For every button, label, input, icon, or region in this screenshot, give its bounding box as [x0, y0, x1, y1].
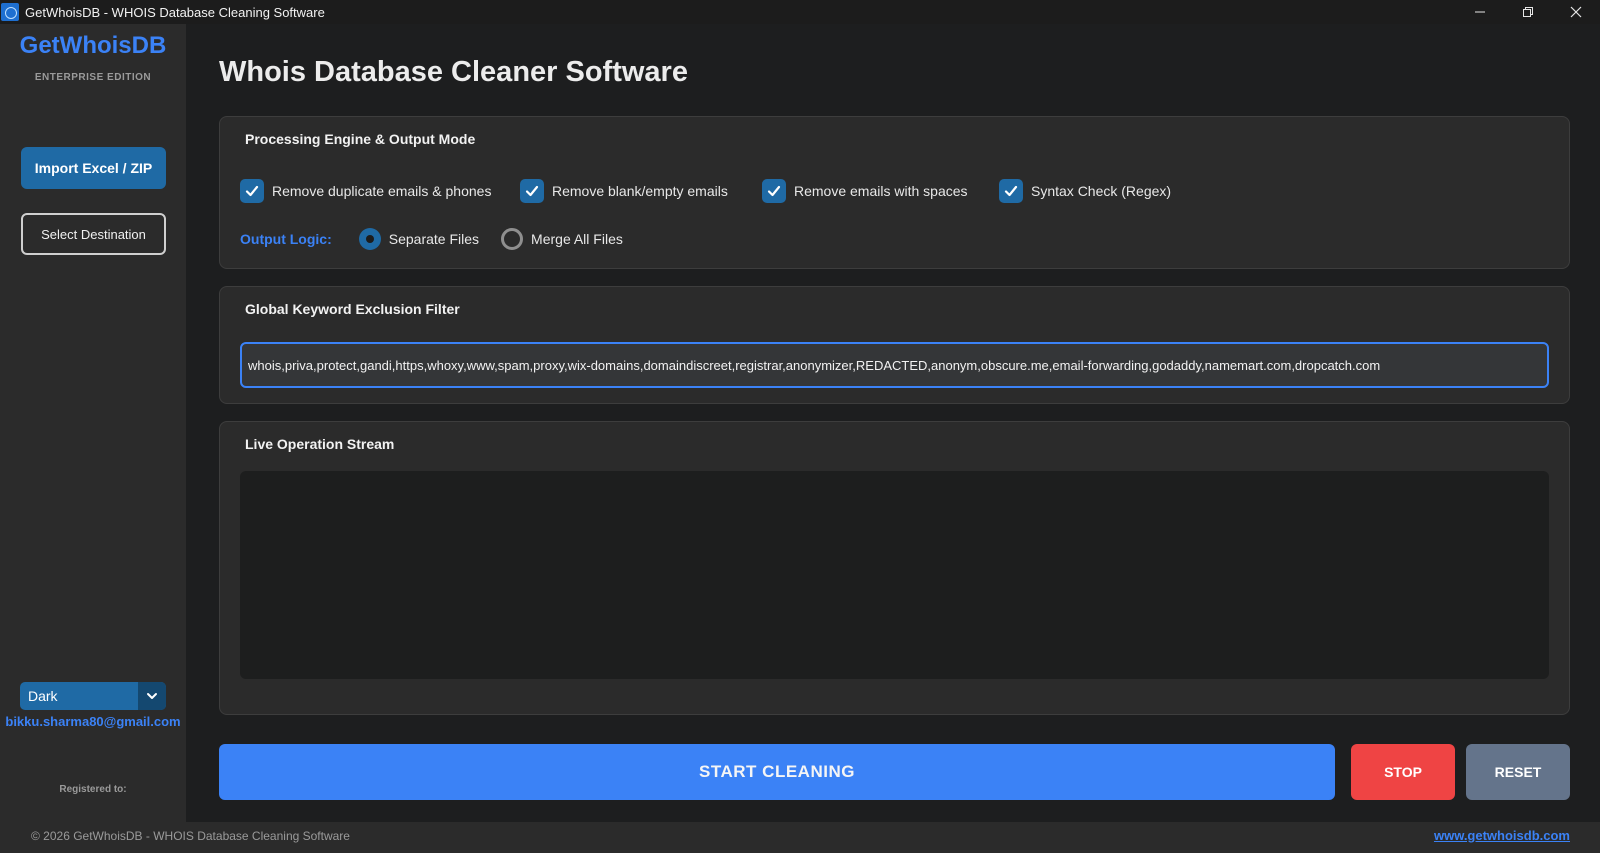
chevron-down-icon	[147, 693, 157, 699]
close-icon	[1570, 6, 1582, 18]
checkbox-box[interactable]	[999, 179, 1023, 203]
keyword-filter-panel: Global Keyword Exclusion Filter	[219, 286, 1570, 404]
radio-label: Merge All Files	[531, 231, 623, 247]
restore-icon	[1523, 7, 1533, 17]
radio-separate-files[interactable]: Separate Files	[358, 228, 480, 250]
checkbox-label: Remove blank/empty emails	[552, 183, 728, 199]
checkbox-box[interactable]	[762, 179, 786, 203]
copyright-text: © 2026 GetWhoisDB - WHOIS Database Clean…	[31, 829, 350, 843]
checkbox-label: Syntax Check (Regex)	[1031, 183, 1172, 199]
select-destination-button[interactable]: Select Destination	[21, 213, 166, 255]
radio-label: Separate Files	[388, 231, 480, 247]
minimize-icon	[1475, 11, 1485, 13]
radio-button[interactable]	[501, 228, 524, 250]
panel-title: Global Keyword Exclusion Filter	[245, 301, 460, 317]
processing-engine-panel: Processing Engine & Output Mode Remove d…	[219, 116, 1570, 269]
checkmark-icon	[767, 185, 781, 197]
restore-button[interactable]	[1504, 0, 1552, 24]
output-logic-row: Output Logic: Separate Files Merge All F…	[240, 226, 623, 252]
checkmark-icon	[525, 185, 539, 197]
app-logo-icon	[1, 3, 19, 21]
page-title: Whois Database Cleaner Software	[219, 56, 688, 88]
website-link[interactable]: www.getwhoisdb.com	[1434, 828, 1570, 843]
minimize-button[interactable]	[1456, 0, 1504, 24]
window-title: GetWhoisDB - WHOIS Database Cleaning Sof…	[25, 4, 325, 20]
checkbox-box[interactable]	[240, 179, 264, 203]
stop-button[interactable]: STOP	[1351, 744, 1455, 800]
sidebar: GetWhoisDB ENTERPRISE EDITION Import Exc…	[0, 24, 186, 822]
operation-log-area[interactable]	[240, 471, 1549, 679]
reset-button[interactable]: RESET	[1466, 744, 1570, 800]
checkbox-remove-duplicates[interactable]: Remove duplicate emails & phones	[240, 179, 491, 203]
window-controls	[1456, 0, 1600, 24]
output-logic-label: Output Logic:	[240, 231, 332, 247]
checkbox-remove-spaces[interactable]: Remove emails with spaces	[762, 179, 968, 203]
brand-title: GetWhoisDB	[19, 32, 167, 59]
radio-button[interactable]	[358, 228, 381, 250]
user-email: bikku.sharma80@gmail.com	[5, 714, 181, 729]
start-cleaning-button[interactable]: START CLEANING	[219, 744, 1335, 800]
radio-merge-all-files[interactable]: Merge All Files	[501, 228, 623, 250]
keyword-exclusion-input[interactable]	[240, 342, 1549, 388]
dropdown-arrow-button[interactable]	[138, 682, 166, 710]
panel-title: Processing Engine & Output Mode	[245, 131, 476, 147]
edition-label: ENTERPRISE EDITION	[34, 72, 152, 83]
panel-title: Live Operation Stream	[245, 436, 395, 452]
checkbox-remove-blank[interactable]: Remove blank/empty emails	[520, 179, 728, 203]
footer: © 2026 GetWhoisDB - WHOIS Database Clean…	[0, 822, 1600, 853]
checkmark-icon	[1004, 185, 1018, 197]
import-excel-zip-button[interactable]: Import Excel / ZIP	[21, 147, 166, 189]
live-operation-panel: Live Operation Stream	[219, 421, 1570, 715]
close-button[interactable]	[1552, 0, 1600, 24]
theme-dropdown[interactable]: Dark	[20, 682, 166, 710]
checkbox-label: Remove emails with spaces	[794, 183, 968, 199]
checkbox-syntax-check[interactable]: Syntax Check (Regex)	[999, 179, 1171, 203]
checkbox-box[interactable]	[520, 179, 544, 203]
title-bar: GetWhoisDB - WHOIS Database Cleaning Sof…	[0, 0, 1600, 24]
registered-label: Registered to:	[59, 784, 127, 795]
checkmark-icon	[245, 185, 259, 197]
theme-selected-value: Dark	[28, 688, 58, 704]
checkbox-label: Remove duplicate emails & phones	[272, 183, 492, 199]
